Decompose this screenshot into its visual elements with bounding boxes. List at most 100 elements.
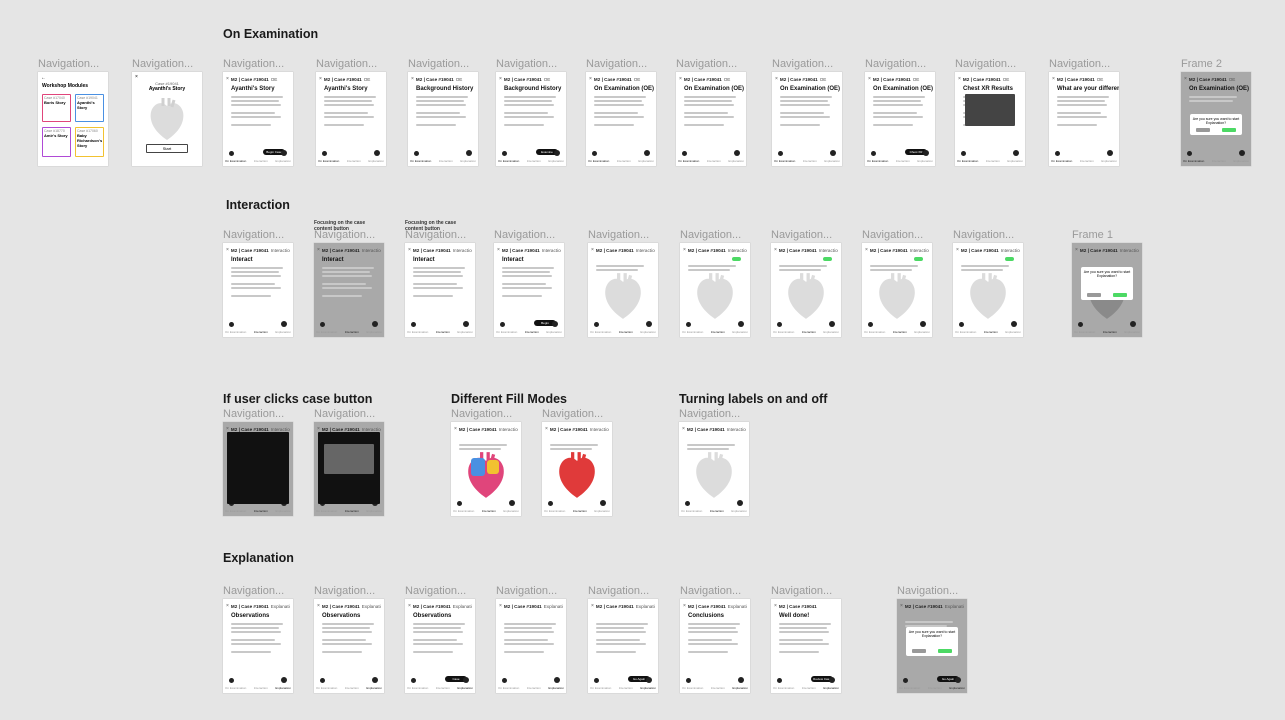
bottom-tab[interactable]: On Examination — [496, 330, 517, 335]
back-button-icon[interactable] — [682, 151, 687, 156]
case-header[interactable]: M2 | Case #19041 — [779, 604, 817, 609]
modal-yes-button[interactable] — [1113, 293, 1127, 297]
phone-frame[interactable]: ×M2 | Case #19041InteractionOn Examinati… — [679, 422, 749, 516]
module-card[interactable]: Case #17060 Baby Richardson's Story — [75, 127, 104, 157]
phone-frame[interactable]: ×M2 | Case #19041InteractionOn Examinati… — [771, 243, 841, 337]
case-header[interactable]: M2 | Case #19041 — [1057, 77, 1095, 82]
next-button-icon[interactable] — [281, 321, 287, 327]
back-button-icon[interactable] — [686, 322, 691, 327]
bottom-tab[interactable]: Explanation — [275, 509, 291, 514]
close-icon[interactable]: × — [1075, 247, 1078, 253]
module-card[interactable]: Case #17040 Boris Story — [42, 94, 71, 122]
bottom-tab[interactable]: Explanation — [732, 686, 748, 691]
phone-frame[interactable]: × M2 | Case #19041 OE Background History On … — [408, 72, 478, 166]
bottom-tab[interactable]: On Examination — [1074, 330, 1095, 335]
frame-label[interactable]: Navigation... — [588, 585, 668, 597]
back-button-icon[interactable] — [229, 678, 234, 683]
bottom-tab[interactable]: Interaction — [803, 159, 817, 164]
bottom-tab[interactable]: Interaction — [1080, 159, 1094, 164]
back-button-icon[interactable] — [685, 501, 690, 506]
bottom-tab[interactable]: Interaction — [573, 509, 587, 514]
frame-label[interactable]: Navigation... — [676, 58, 756, 70]
bottom-tab[interactable]: Interaction — [482, 509, 496, 514]
close-icon[interactable]: × — [591, 603, 594, 609]
next-button-icon[interactable] — [372, 321, 378, 327]
case-header[interactable]: M2 | Case #19041 — [905, 604, 943, 609]
case-header[interactable]: M2 | Case #19041 — [324, 77, 362, 82]
bottom-tab[interactable]: On Examination — [588, 159, 609, 164]
close-icon[interactable]: × — [226, 76, 229, 82]
bottom-tab[interactable]: Explanation — [275, 330, 291, 335]
close-icon[interactable]: × — [226, 603, 229, 609]
bottom-tab[interactable]: On Examination — [453, 509, 474, 514]
frame-2[interactable]: × M2 | Case #19041 OE On Examination (OE) On… — [1181, 72, 1251, 166]
case-header[interactable]: M2 | Case #19041 — [322, 248, 360, 253]
modal-no-button[interactable] — [912, 649, 926, 653]
heart-illustration[interactable] — [784, 271, 828, 321]
back-arrow-icon[interactable]: ← — [41, 75, 46, 81]
close-icon[interactable]: × — [317, 603, 320, 609]
label-toggle[interactable] — [914, 257, 923, 261]
bottom-tab[interactable]: On Examination — [773, 686, 794, 691]
bottom-tab[interactable]: Explanation — [548, 159, 564, 164]
back-button-icon[interactable] — [229, 151, 234, 156]
bottom-tab[interactable]: On Examination — [544, 509, 565, 514]
frame-label[interactable]: Navigation... — [451, 408, 531, 420]
close-icon[interactable]: × — [499, 76, 502, 82]
bottom-tab[interactable]: On Examination — [955, 330, 976, 335]
back-button-icon[interactable] — [1187, 151, 1192, 156]
back-button-icon[interactable] — [1078, 322, 1083, 327]
phone-frame[interactable]: × M2 | Case #19041 OE On Examination (OE) On… — [772, 72, 842, 166]
next-button-icon[interactable] — [737, 500, 743, 506]
back-button-icon[interactable] — [229, 322, 234, 327]
next-button-icon[interactable] — [955, 677, 961, 683]
bottom-tab[interactable]: Explanation — [1101, 159, 1117, 164]
frame-label[interactable]: Navigation... — [771, 585, 851, 597]
heart-illustration[interactable] — [875, 271, 919, 321]
bottom-tab[interactable]: Explanation — [732, 330, 748, 335]
phone-frame[interactable]: ×M2 | Case #19041InteractionOn Examinati… — [953, 243, 1023, 337]
bottom-tab[interactable]: Interaction — [1212, 159, 1226, 164]
phone-frame[interactable]: × M2 | Case #19041 OE On Examination (OE) On… — [586, 72, 656, 166]
close-icon[interactable]: × — [683, 603, 686, 609]
phone-frame[interactable]: × M2 | Case #19041 Well done! Review Case On… — [771, 599, 841, 693]
bottom-tab[interactable]: Explanation — [640, 686, 656, 691]
bottom-tab[interactable]: Interaction — [928, 686, 942, 691]
module-card[interactable]: Case #19041 Ayanthi's Story — [75, 94, 104, 122]
back-button-icon[interactable] — [592, 151, 597, 156]
back-button-icon[interactable] — [961, 151, 966, 156]
bottom-tab[interactable]: On Examination — [225, 509, 246, 514]
phone-frame[interactable]: ×M2 | Case #19041InteractionOn Examinati… — [451, 422, 521, 516]
phone-frame[interactable]: ×M2 | Case #19041InteractionOn Examinati… — [542, 422, 612, 516]
case-header[interactable]: M2 | Case #19041 — [873, 77, 911, 82]
frame-label[interactable]: Navigation... — [680, 585, 760, 597]
next-button-icon[interactable] — [600, 500, 606, 506]
phone-frame[interactable]: ×M2 | Case #19041ExplanationObservations… — [405, 599, 475, 693]
case-header[interactable]: M2 | Case #19041 — [688, 604, 726, 609]
bottom-tab[interactable]: Explanation — [457, 686, 473, 691]
back-button-icon[interactable] — [777, 678, 782, 683]
back-button-icon[interactable] — [903, 678, 908, 683]
close-icon[interactable]: × — [865, 247, 868, 253]
bottom-tab[interactable]: Interaction — [439, 159, 453, 164]
bottom-tab[interactable]: Interaction — [525, 330, 539, 335]
frame-label[interactable]: Navigation... — [496, 585, 576, 597]
bottom-tab[interactable]: Interaction — [711, 330, 725, 335]
case-header[interactable]: M2 | Case #19041 — [596, 248, 634, 253]
back-button-icon[interactable] — [777, 322, 782, 327]
bottom-tab[interactable]: On Examination — [498, 159, 519, 164]
bottom-tab[interactable]: Interaction — [345, 686, 359, 691]
frame-label[interactable]: Navigation... — [405, 585, 485, 597]
bottom-tab[interactable]: Explanation — [594, 509, 610, 514]
case-header[interactable]: M2 | Case #19041 — [684, 77, 722, 82]
next-button-icon[interactable] — [829, 321, 835, 327]
bottom-tab[interactable]: On Examination — [773, 330, 794, 335]
frame-label[interactable]: Navigation... — [405, 229, 485, 241]
close-icon[interactable]: × — [411, 76, 414, 82]
bottom-tab[interactable]: Explanation — [548, 686, 564, 691]
back-button-icon[interactable] — [868, 322, 873, 327]
frame-label[interactable]: Navigation... — [862, 229, 942, 241]
next-button-icon[interactable] — [738, 321, 744, 327]
next-button-icon[interactable] — [1107, 150, 1113, 156]
close-icon[interactable]: × — [226, 247, 229, 253]
